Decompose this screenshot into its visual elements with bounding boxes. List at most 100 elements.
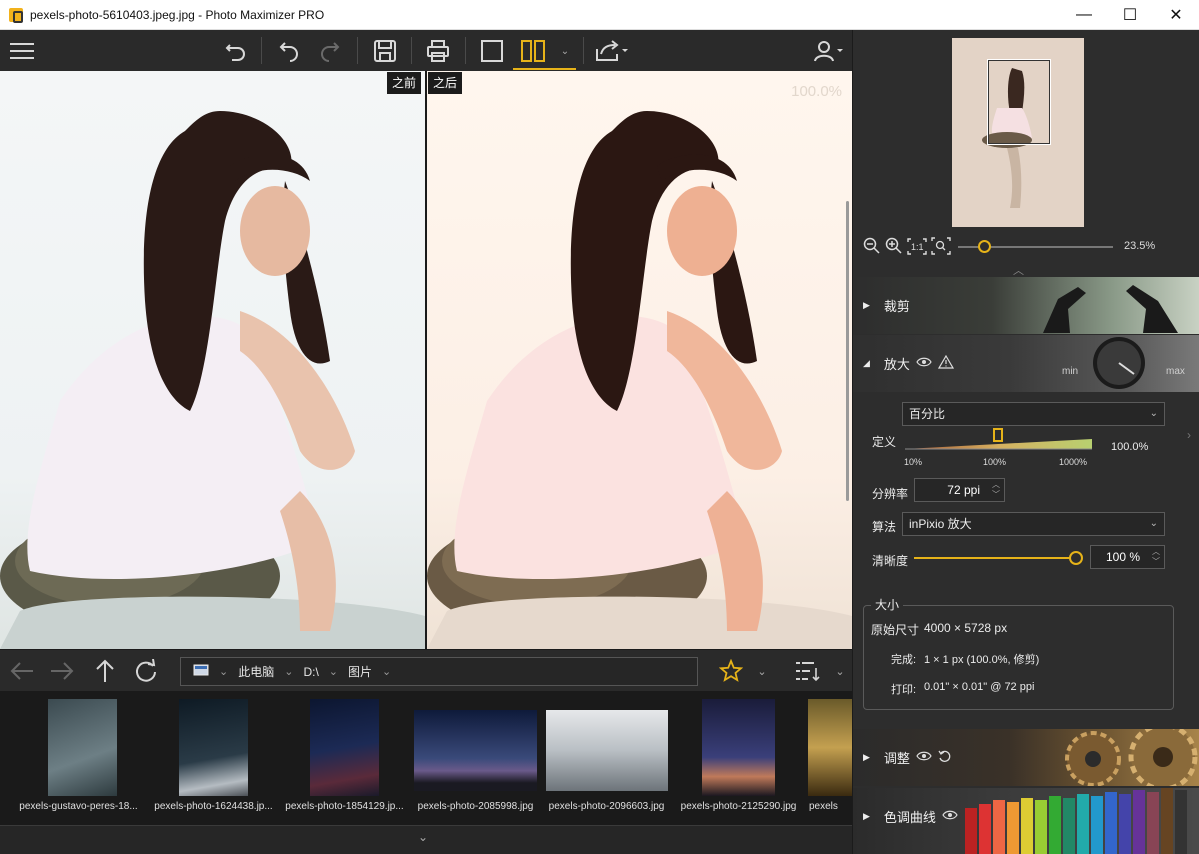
before-photo bbox=[0, 71, 425, 649]
spinner-arrows-icon[interactable]: ︿ ﹀ bbox=[1152, 547, 1160, 567]
single-view-icon[interactable] bbox=[478, 36, 506, 66]
visibility-eye-icon[interactable] bbox=[916, 750, 932, 765]
scale-tick-label: 100% bbox=[983, 457, 1007, 467]
spinner-arrows-icon[interactable]: ︿ ﹀ bbox=[992, 480, 1000, 500]
main-toolbar: ⌄ bbox=[0, 30, 852, 71]
drive-icon bbox=[193, 664, 209, 679]
after-label: 之后 bbox=[428, 72, 463, 94]
expand-strip-icon[interactable]: ⌄ bbox=[418, 830, 428, 844]
algorithm-label: 算法 bbox=[872, 520, 897, 534]
actual-size-icon[interactable]: 1:1 bbox=[907, 238, 927, 260]
image-comparison-view[interactable]: 100.0% bbox=[0, 71, 852, 649]
gears-illustration bbox=[1065, 729, 1198, 786]
thumbnail-item[interactable]: pexels-photo-2096603.jpg bbox=[541, 691, 672, 819]
sort-dropdown-icon[interactable]: ⌄ bbox=[830, 656, 850, 686]
section-crop[interactable]: ▶ 裁剪 bbox=[853, 277, 1199, 334]
algorithm-dropdown[interactable]: inPixio 放大 ⌄ bbox=[902, 512, 1165, 536]
expand-arrow-icon: ▶ bbox=[863, 810, 870, 821]
thumbnail-item[interactable]: pexels bbox=[805, 691, 852, 819]
sharpness-label: 清晰度 bbox=[872, 554, 909, 568]
print-size-label: 打印: bbox=[891, 684, 917, 696]
after-photo: 100.0% bbox=[427, 71, 852, 649]
maximize-button[interactable]: ☐ bbox=[1107, 0, 1153, 30]
navigator-preview[interactable] bbox=[952, 38, 1084, 227]
zoom-value: 23.5% bbox=[1124, 240, 1156, 252]
save-icon[interactable] bbox=[370, 36, 400, 66]
minimize-button[interactable]: — bbox=[1061, 0, 1107, 30]
thumbnail-image bbox=[546, 710, 668, 791]
sharpness-input[interactable]: 100 % ︿ ﹀ bbox=[1090, 545, 1165, 569]
resolution-input[interactable]: 72 ppi ︿ ﹀ bbox=[914, 478, 1005, 502]
zoom-slider-handle[interactable] bbox=[978, 240, 991, 253]
output-size-value: 1 × 1 px (100.0%, 修剪) bbox=[924, 654, 1040, 666]
thumbnail-caption: pexels-gustavo-peres-18... bbox=[19, 801, 138, 812]
breadcrumb-pictures[interactable]: 图片 bbox=[348, 663, 372, 680]
panel-expand-chevron-icon[interactable]: › bbox=[1187, 428, 1191, 442]
app-logo-icon bbox=[9, 7, 23, 23]
section-adjust-label: 调整 bbox=[883, 751, 910, 766]
thumbnail-image bbox=[808, 699, 852, 796]
viewport-frame[interactable] bbox=[987, 59, 1051, 145]
zoom-out-icon[interactable] bbox=[863, 237, 881, 260]
undo-icon[interactable] bbox=[274, 36, 304, 66]
mode-dropdown-value: 百分比 bbox=[909, 407, 946, 421]
share-icon[interactable] bbox=[594, 36, 632, 66]
enlarge-max-label: max bbox=[1166, 366, 1185, 377]
section-enlarge[interactable]: ◢ 放大 min max bbox=[853, 335, 1199, 392]
original-size-value: 4000 × 5728 px bbox=[924, 621, 1008, 635]
thumbnail-item[interactable]: pexels-gustavo-peres-18... bbox=[13, 691, 144, 819]
active-view-indicator bbox=[513, 68, 576, 70]
forward-arrow-icon[interactable] bbox=[48, 656, 76, 686]
breadcrumb-chevron-icon[interactable]: ⌄ bbox=[219, 665, 228, 678]
breadcrumb-this-pc[interactable]: 此电脑 bbox=[238, 663, 274, 680]
print-size-value: 0.01" × 0.01" @ 72 ppi bbox=[924, 681, 1035, 693]
user-account-icon[interactable] bbox=[812, 36, 846, 66]
print-icon[interactable] bbox=[423, 36, 453, 66]
sharpness-slider-track[interactable] bbox=[914, 557, 1076, 559]
split-divider[interactable] bbox=[425, 71, 427, 649]
sharpness-slider-handle[interactable] bbox=[1069, 551, 1083, 565]
before-label: 之前 bbox=[387, 72, 422, 94]
visibility-eye-icon[interactable] bbox=[916, 356, 932, 371]
favorite-star-icon[interactable] bbox=[717, 656, 745, 686]
mode-dropdown[interactable]: 百分比 ⌄ bbox=[902, 402, 1165, 426]
zoom-in-icon[interactable] bbox=[885, 237, 903, 260]
section-adjust[interactable]: ▶ 调整 bbox=[853, 729, 1199, 786]
collapse-up-icon[interactable]: ︿ bbox=[1013, 262, 1024, 278]
revert-icon[interactable] bbox=[221, 36, 251, 66]
refresh-icon[interactable] bbox=[132, 656, 160, 686]
breadcrumb-chevron-icon[interactable]: ⌄ bbox=[284, 665, 293, 678]
sort-icon[interactable] bbox=[792, 656, 822, 686]
breadcrumb-drive-d[interactable]: D:\ bbox=[303, 665, 318, 679]
thumbnail-caption: pexels-photo-2085998.jpg bbox=[417, 801, 534, 812]
up-folder-icon[interactable] bbox=[91, 656, 119, 686]
visibility-eye-icon[interactable] bbox=[942, 809, 958, 824]
thumbnail-item[interactable]: pexels-photo-1624438.jp... bbox=[148, 691, 279, 819]
thumbnail-item[interactable]: pexels-photo-2085998.jpg bbox=[410, 691, 541, 819]
back-arrow-icon[interactable] bbox=[8, 656, 36, 686]
thumbnail-item[interactable]: pexels-photo-2125290.jpg bbox=[673, 691, 804, 819]
view-dropdown-icon[interactable]: ⌄ bbox=[558, 36, 572, 66]
favorite-dropdown-icon[interactable]: ⌄ bbox=[752, 656, 772, 686]
thumbnail-item[interactable]: pexels-photo-1854129.jp... bbox=[279, 691, 410, 819]
breadcrumb-chevron-icon[interactable]: ⌄ bbox=[329, 665, 338, 678]
resolution-value: 72 ppi bbox=[947, 483, 980, 497]
split-view-icon[interactable] bbox=[518, 36, 548, 66]
close-button[interactable]: ✕ bbox=[1153, 0, 1199, 30]
redo-icon[interactable] bbox=[315, 36, 345, 66]
section-tone-curve[interactable]: ▶ 色调曲线 bbox=[853, 788, 1199, 854]
svg-text:1:1: 1:1 bbox=[911, 242, 924, 252]
breadcrumb-chevron-icon[interactable]: ⌄ bbox=[382, 665, 391, 678]
status-bar: ⌄ bbox=[0, 825, 852, 854]
right-panel: 1:1 23.5% ︿ ▶ 裁剪 ◢ 放大 min max 百分比 ⌄ 定义 1… bbox=[852, 30, 1199, 854]
definition-slider-handle[interactable] bbox=[992, 428, 1003, 442]
reset-icon[interactable] bbox=[938, 749, 952, 766]
section-tone-curve-label: 色调曲线 bbox=[883, 809, 936, 825]
chevron-down-icon: ⌄ bbox=[1149, 408, 1158, 419]
path-breadcrumb[interactable]: ⌄ 此电脑 ⌄ D:\ ⌄ 图片 ⌄ bbox=[180, 657, 698, 686]
vertical-scrollbar[interactable] bbox=[846, 201, 849, 501]
menu-icon[interactable] bbox=[8, 36, 36, 66]
fit-to-screen-icon[interactable] bbox=[931, 237, 951, 260]
definition-label: 定义 bbox=[872, 435, 897, 449]
thumbnail-image bbox=[702, 699, 775, 796]
